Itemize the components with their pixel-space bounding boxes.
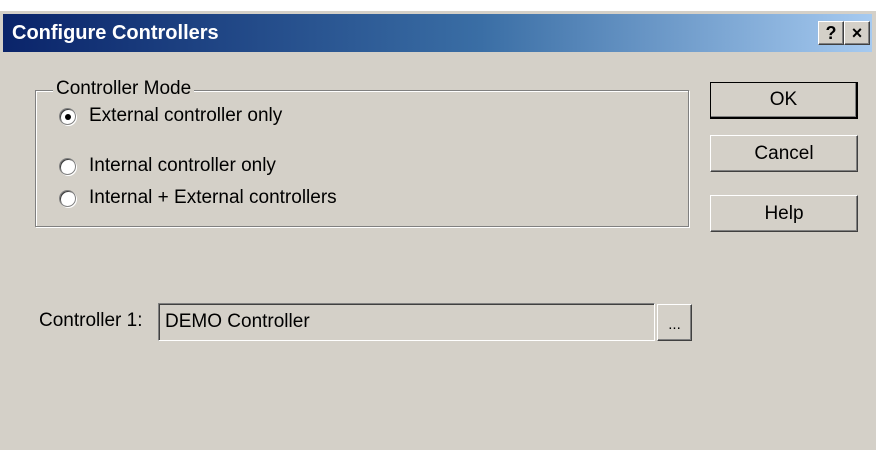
radio-dot <box>65 113 71 120</box>
browse-button[interactable]: ... <box>657 304 692 341</box>
radio-internal-external[interactable]: Internal + External controllers <box>59 186 337 210</box>
radio-button-selected[interactable] <box>59 107 76 125</box>
ok-button[interactable]: OK <box>710 82 858 119</box>
controller-mode-legend: Controller Mode <box>53 78 195 100</box>
title-bar[interactable]: Configure Controllers ? × <box>3 14 872 52</box>
radio-external-only[interactable]: External controller only <box>59 104 282 128</box>
close-button[interactable]: × <box>844 21 870 45</box>
window-title: Configure Controllers <box>12 22 219 44</box>
radio-button[interactable] <box>59 189 76 207</box>
cancel-button[interactable]: Cancel <box>710 135 858 172</box>
help-button[interactable]: Help <box>710 195 858 232</box>
radio-label: Internal + External controllers <box>89 187 337 208</box>
controller1-field[interactable]: DEMO Controller <box>158 303 655 341</box>
radio-label: External controller only <box>89 105 283 126</box>
configure-controllers-dialog: Configure Controllers ? × Controller Mod… <box>0 11 876 450</box>
help-titlebar-button[interactable]: ? <box>818 21 844 45</box>
controller1-label: Controller 1: <box>39 310 143 331</box>
radio-internal-only[interactable]: Internal controller only <box>59 154 276 178</box>
radio-label: Internal controller only <box>89 155 276 176</box>
radio-button[interactable] <box>59 157 76 175</box>
